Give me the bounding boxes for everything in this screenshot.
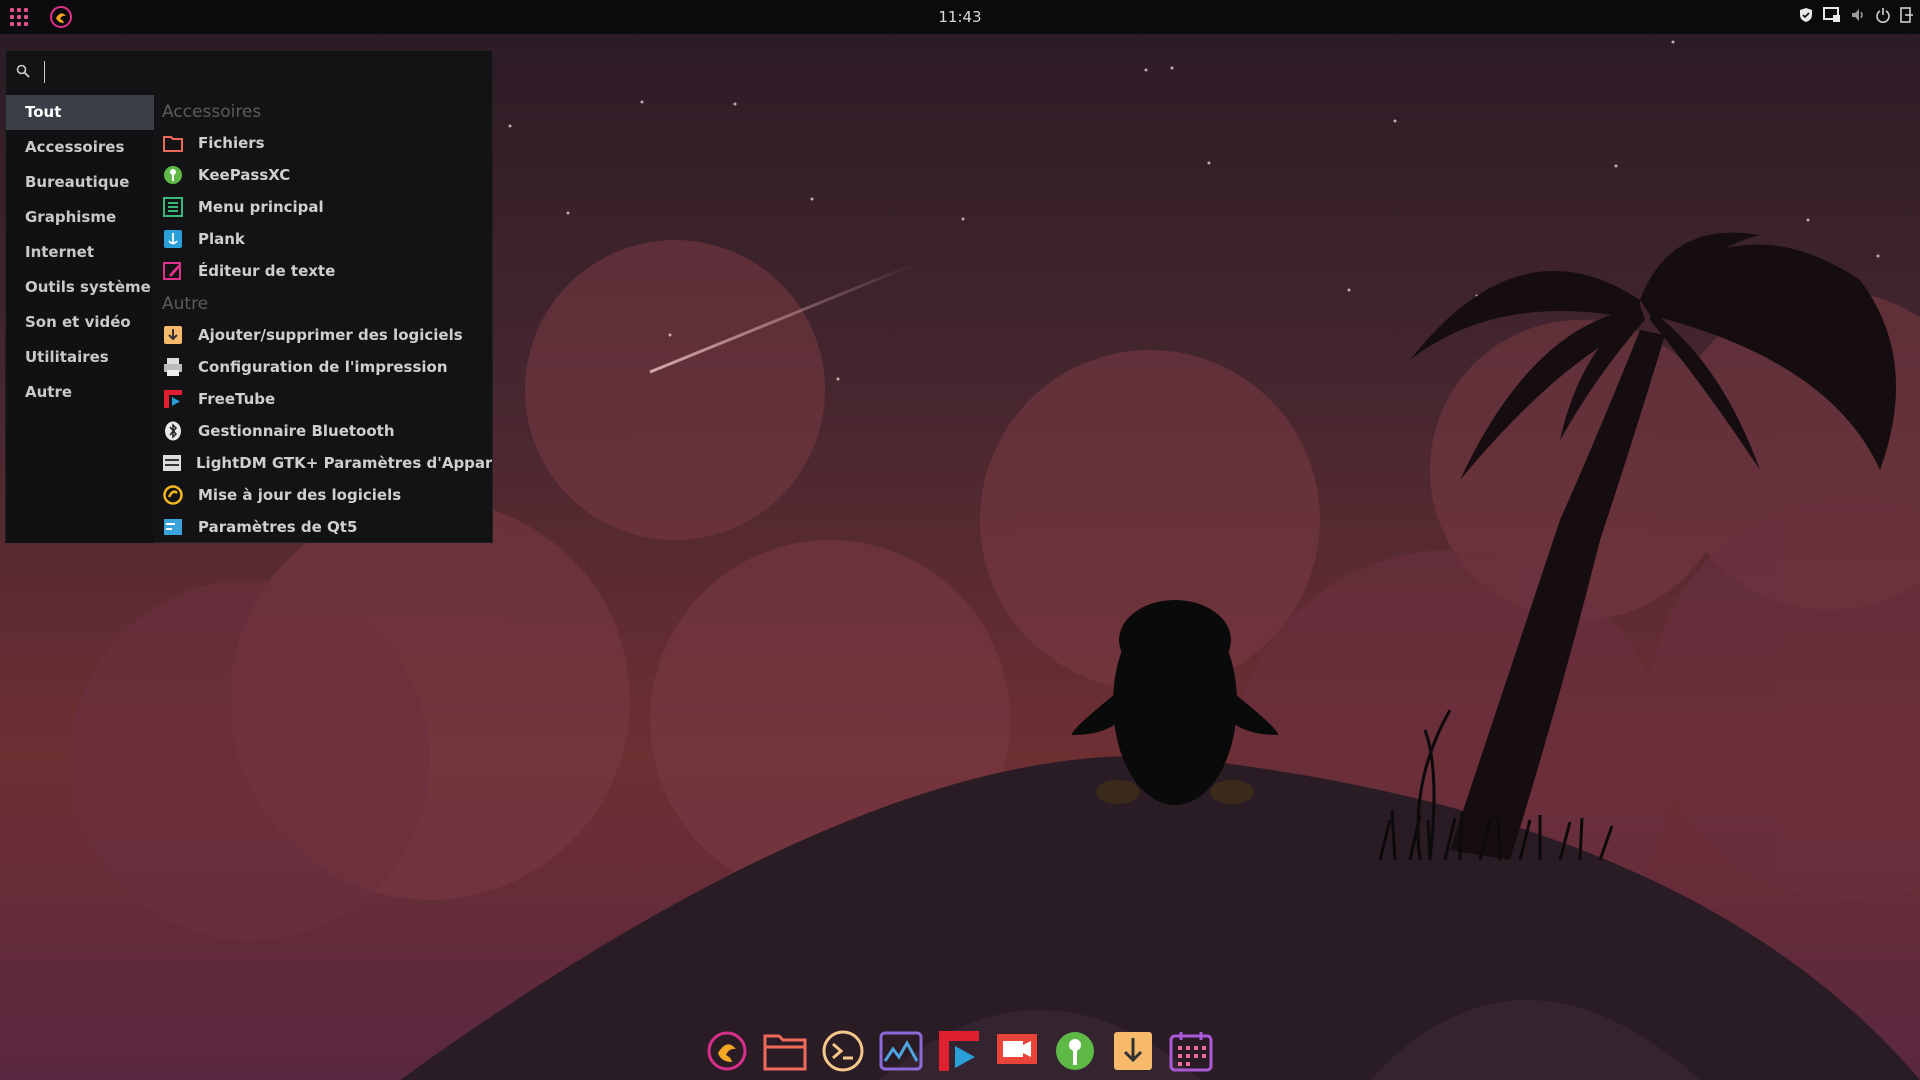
app-item-fichiers[interactable]: Fichiers <box>156 127 492 159</box>
category-list: Tout Accessoires Bureautique Graphisme I… <box>6 95 154 543</box>
logout-icon[interactable] <box>1900 7 1914 23</box>
category-bureautique[interactable]: Bureautique <box>6 165 154 200</box>
printer-icon <box>162 356 184 378</box>
category-utilitaires[interactable]: Utilitaires <box>6 340 154 375</box>
category-autre[interactable]: Autre <box>6 375 154 410</box>
calendar-icon <box>1169 1031 1212 1071</box>
app-label: Fichiers <box>198 134 265 152</box>
freetube-icon <box>938 1030 979 1071</box>
apps-grid-button[interactable] <box>8 6 30 28</box>
software-install-icon <box>162 324 184 346</box>
app-item-ajouter-supprimer[interactable]: Ajouter/supprimer des logiciels <box>156 319 492 351</box>
section-header: Accessoires <box>162 102 262 122</box>
app-item-menu-principal[interactable]: Menu principal <box>156 191 492 223</box>
system-tray <box>1798 7 1914 23</box>
power-icon[interactable] <box>1875 7 1891 23</box>
dock-item-file-manager[interactable] <box>762 1028 808 1074</box>
app-label: Configuration de l'impression <box>198 358 448 376</box>
app-label: Ajouter/supprimer des logiciels <box>198 326 463 344</box>
app-item-gestionnaire-bluetooth[interactable]: Gestionnaire Bluetooth <box>156 415 492 447</box>
section-header: Autre <box>162 294 209 314</box>
dock <box>700 1021 1217 1080</box>
app-item-plank[interactable]: Plank <box>156 223 492 255</box>
dock-item-calendar[interactable] <box>1168 1028 1214 1074</box>
app-label: KeePassXC <box>198 166 291 184</box>
category-son-et-video[interactable]: Son et vidéo <box>6 305 154 340</box>
app-item-parametres-qt5[interactable]: Paramètres de Qt5 <box>156 511 492 541</box>
app-label: Paramètres de Qt5 <box>198 518 358 536</box>
keepassxc-icon <box>162 164 184 186</box>
software-update-icon <box>162 484 184 506</box>
plank-icon <box>162 228 184 250</box>
lightdm-settings-icon <box>162 452 182 474</box>
folder-icon <box>162 132 184 154</box>
app-item-freetube[interactable]: FreeTube <box>156 383 492 415</box>
category-internet[interactable]: Internet <box>6 235 154 270</box>
screen-recorder-icon <box>996 1033 1037 1064</box>
qt5-settings-icon <box>162 516 184 538</box>
category-tout[interactable]: Tout <box>6 95 154 130</box>
category-outils-systeme[interactable]: Outils système <box>6 270 154 305</box>
garuda-logo-icon <box>707 1031 746 1070</box>
app-item-mise-a-jour[interactable]: Mise à jour des logiciels <box>156 479 492 511</box>
top-panel: 11:43 <box>0 0 1920 34</box>
dock-item-system-monitor[interactable] <box>878 1028 924 1074</box>
app-item-configuration-impression[interactable]: Configuration de l'impression <box>156 351 492 383</box>
dock-item-terminal[interactable] <box>820 1028 866 1074</box>
dock-item-screen-recorder[interactable] <box>994 1028 1040 1074</box>
dock-item-keepassxc[interactable] <box>1052 1028 1098 1074</box>
app-label: FreeTube <box>198 390 276 408</box>
search-input[interactable] <box>44 61 483 83</box>
category-graphisme[interactable]: Graphisme <box>6 200 154 235</box>
clock[interactable]: 11:43 <box>0 8 1920 26</box>
shield-icon[interactable] <box>1798 7 1814 23</box>
volume-icon[interactable] <box>1850 7 1866 23</box>
app-list: Accessoires Fichiers KeePassXC Menu prin… <box>156 95 492 541</box>
text-editor-icon <box>162 260 184 282</box>
app-item-editeur-de-texte[interactable]: Éditeur de texte <box>156 255 492 287</box>
freetube-icon <box>162 388 184 410</box>
app-item-keepassxc[interactable]: KeePassXC <box>156 159 492 191</box>
garuda-logo-icon[interactable] <box>49 5 73 29</box>
search-icon <box>16 64 30 78</box>
app-label: Mise à jour des logiciels <box>198 486 402 504</box>
app-label: Plank <box>198 230 245 248</box>
file-manager-icon <box>763 1034 806 1070</box>
category-accessoires[interactable]: Accessoires <box>6 130 154 165</box>
software-install-icon <box>1113 1031 1152 1070</box>
terminal-icon <box>822 1030 863 1071</box>
menu-editor-icon <box>162 196 184 218</box>
search-bar <box>6 51 492 93</box>
keepassxc-icon <box>1055 1031 1094 1070</box>
application-menu: Tout Accessoires Bureautique Graphisme I… <box>5 50 493 543</box>
notification-icon[interactable] <box>1823 7 1841 23</box>
app-label: Gestionnaire Bluetooth <box>198 422 395 440</box>
app-label: Menu principal <box>198 198 324 216</box>
app-label: Éditeur de texte <box>198 262 336 280</box>
app-label: LightDM GTK+ Paramètres d'Apparence <box>196 454 492 472</box>
dock-item-software-install[interactable] <box>1110 1028 1156 1074</box>
bluetooth-icon <box>162 420 184 442</box>
app-item-lightdm-gtk-parametres[interactable]: LightDM GTK+ Paramètres d'Apparence <box>156 447 492 479</box>
dock-item-garuda[interactable] <box>704 1028 750 1074</box>
system-monitor-icon <box>879 1031 922 1070</box>
dock-item-freetube[interactable] <box>936 1028 982 1074</box>
